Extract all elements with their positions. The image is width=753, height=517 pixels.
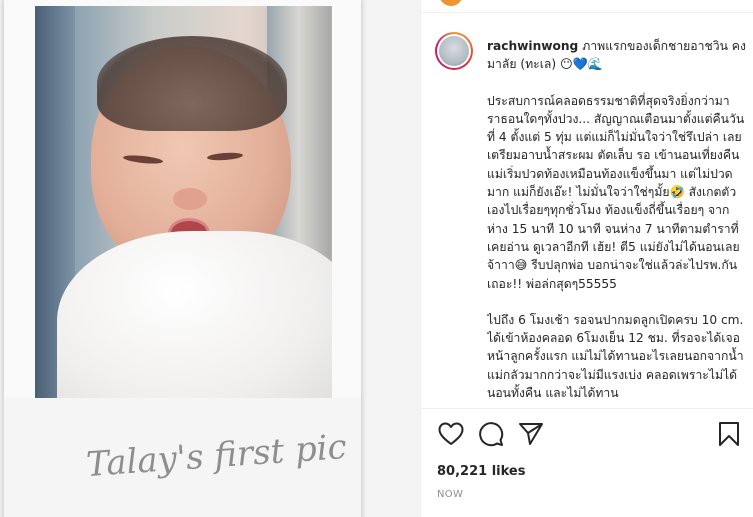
author-username[interactable]: rachwinwong [487,39,578,53]
post-caption: rachwinwong ภาพแรกของเด็กชายอาชวิน คงมาลั… [487,37,749,407]
actions-divider [421,408,753,409]
heart-icon[interactable] [437,420,465,448]
caption-body-1: ประสบการณ์คลอดธรรมชาติที่สุดจริงยิ่งกว่า… [487,93,745,291]
action-bar [437,420,742,450]
post-timestamp: NOW [437,489,464,500]
author-avatar[interactable] [435,32,473,70]
post-media[interactable]: Talay's first pic [0,0,420,517]
post-sidebar: rachwinwong ภาพแรกของเด็กชายอาชวิน คงมาลั… [420,0,753,517]
swaddle-blanket [57,231,332,398]
caption-body-2: ไปถึง 6 โมงเช้า รอจนปากมดลูกเปิดครบ 10 c… [487,312,748,401]
share-icon[interactable] [517,420,545,448]
newborn-photo [35,6,332,398]
header-avatar-partial[interactable] [439,0,463,6]
header-divider [421,12,753,13]
likes-count[interactable]: 80,221 likes [437,464,525,479]
caption-headline-paragraph: rachwinwong ภาพแรกของเด็กชายอาชวิน คงมาลั… [487,37,749,74]
instagram-post-view: Talay's first pic rachwinwong ภาพแรกของเด… [0,0,753,517]
bookmark-icon[interactable] [715,420,743,448]
comment-icon[interactable] [477,420,505,448]
